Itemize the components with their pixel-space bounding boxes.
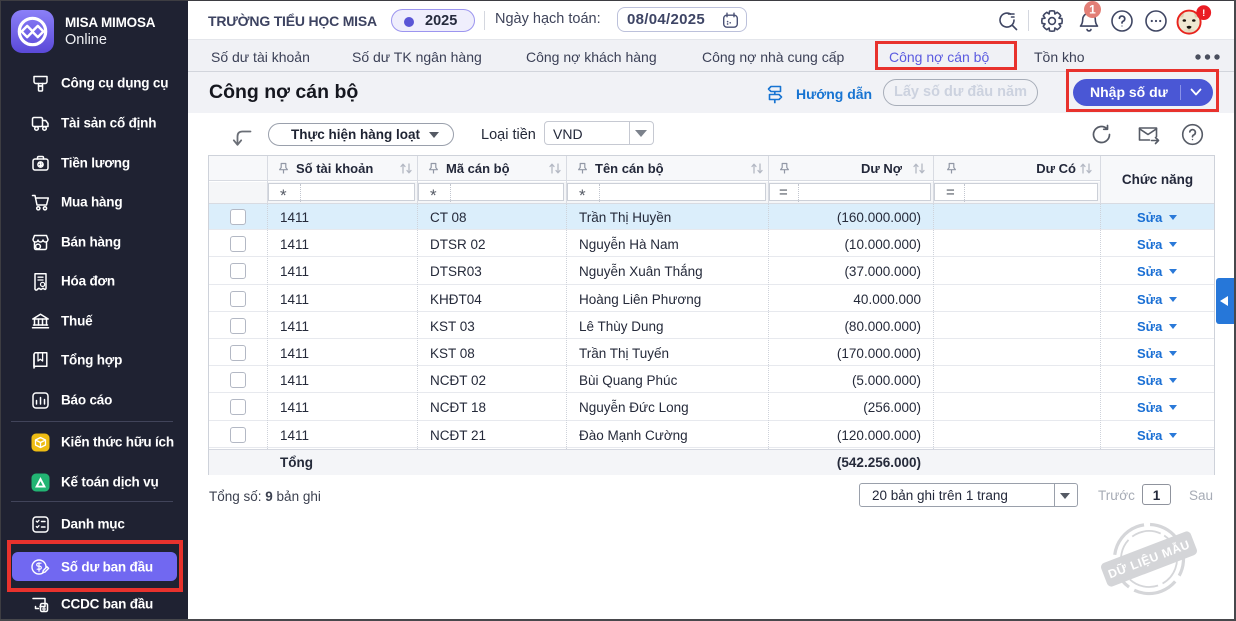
svg-text:1: 1 bbox=[1089, 3, 1096, 17]
svg-text:!: ! bbox=[1202, 8, 1205, 19]
